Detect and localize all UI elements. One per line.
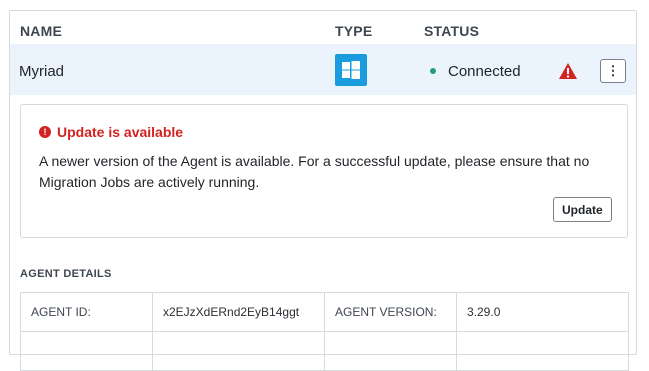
update-available-card: ! Update is available A newer version of…	[20, 104, 628, 238]
more-options-button[interactable]: ⋮	[600, 59, 626, 83]
agent-name: Myriad	[19, 63, 65, 80]
agent-id-label: AGENT ID:	[20, 292, 153, 332]
agent-details-heading: AGENT DETAILS	[20, 268, 112, 280]
details-cell	[152, 331, 325, 371]
column-header-type[interactable]: TYPE	[335, 23, 372, 39]
column-header-status[interactable]: STATUS	[424, 23, 479, 39]
update-message: A newer version of the Agent is availabl…	[39, 153, 590, 190]
details-cell	[456, 331, 629, 371]
status-dot-icon	[430, 68, 436, 74]
update-button[interactable]: Update	[553, 197, 612, 222]
agent-row[interactable]: Myriad Connected ⋮	[10, 44, 636, 95]
agent-version-value: 3.29.0	[456, 292, 629, 332]
agent-details-table: AGENT ID: x2EJzXdERnd2EyB14ggt AGENT VER…	[20, 292, 629, 371]
details-cell	[20, 331, 153, 371]
update-title: ! Update is available	[39, 124, 183, 140]
alert-circle-icon: !	[39, 126, 51, 138]
details-row	[20, 331, 629, 371]
agent-id-value: x2EJzXdERnd2EyB14ggt	[152, 292, 325, 332]
warning-triangle-icon[interactable]	[558, 62, 578, 85]
details-row: AGENT ID: x2EJzXdERnd2EyB14ggt AGENT VER…	[20, 292, 629, 332]
details-cell	[324, 331, 457, 371]
update-title-text: Update is available	[57, 124, 184, 140]
column-header-name[interactable]: NAME	[20, 23, 62, 39]
windows-logo-icon	[335, 54, 367, 86]
agent-version-label: AGENT VERSION:	[324, 292, 457, 332]
agent-status: Connected	[448, 63, 521, 80]
